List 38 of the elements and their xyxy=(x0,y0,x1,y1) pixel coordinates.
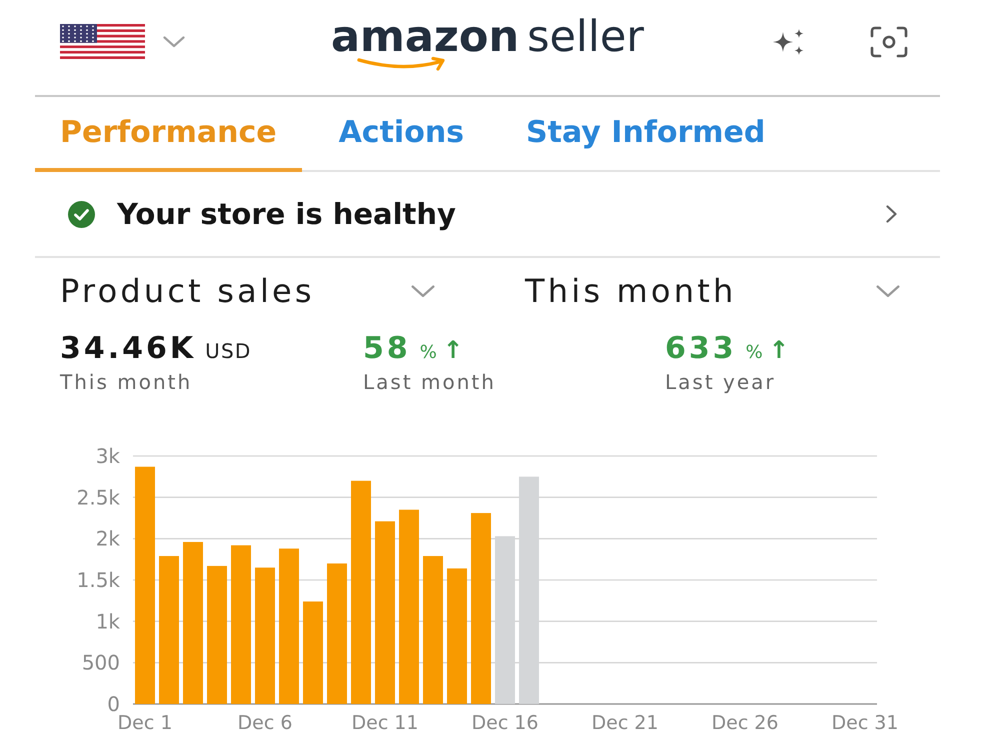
metric-label: This month xyxy=(60,372,194,392)
metric-value: 34.46K xyxy=(60,334,196,364)
x-axis-label: Dec 6 xyxy=(238,712,292,734)
x-axis-label: Dec 16 xyxy=(472,712,538,734)
chevron-down-icon[interactable] xyxy=(163,36,185,48)
flag-icon[interactable] xyxy=(60,24,145,59)
dropdown[interactable]: Product sales xyxy=(60,268,475,314)
metric-value: 633 xyxy=(665,334,737,364)
x-axis-label: Dec 26 xyxy=(712,712,778,734)
y-axis-label: 3k xyxy=(96,444,120,468)
trend-arrow: ↑ xyxy=(768,338,789,362)
tab[interactable]: Actions xyxy=(314,97,490,172)
chevron-down-icon xyxy=(411,284,435,298)
scan-icon[interactable] xyxy=(870,26,908,58)
x-axis-label: Dec 21 xyxy=(592,712,658,734)
x-axis-label: Dec 11 xyxy=(352,712,418,734)
metric-label: Last month xyxy=(363,372,497,392)
tab[interactable]: Stay Informed xyxy=(501,97,790,172)
y-axis-label: 2k xyxy=(96,526,120,551)
y-axis-label: 1.5k xyxy=(76,568,120,592)
trend-arrow: ↑ xyxy=(442,338,464,362)
x-axis-label: Dec 1 xyxy=(118,712,172,734)
y-axis-label: 500 xyxy=(82,650,120,675)
y-axis-label: 2.5k xyxy=(76,485,120,510)
metric-label: Last year xyxy=(665,372,777,392)
metric-unit: % xyxy=(420,344,438,362)
metric-unit: USD xyxy=(205,341,252,361)
logo-wordmark: amazon xyxy=(331,16,520,58)
metric-unit: % xyxy=(746,344,764,362)
y-axis-label: 0 xyxy=(107,692,120,716)
dropdown[interactable]: This month xyxy=(525,268,940,314)
chevron-right-icon xyxy=(886,205,897,223)
x-axis-label: Dec 31 xyxy=(832,712,898,734)
y-axis-label: 1k xyxy=(96,609,120,634)
metric-value: 58 xyxy=(363,334,411,364)
store-health-row[interactable]: Your store is healthy xyxy=(35,172,940,258)
logo-product-text: seller xyxy=(527,16,644,58)
chevron-down-icon xyxy=(876,284,900,298)
